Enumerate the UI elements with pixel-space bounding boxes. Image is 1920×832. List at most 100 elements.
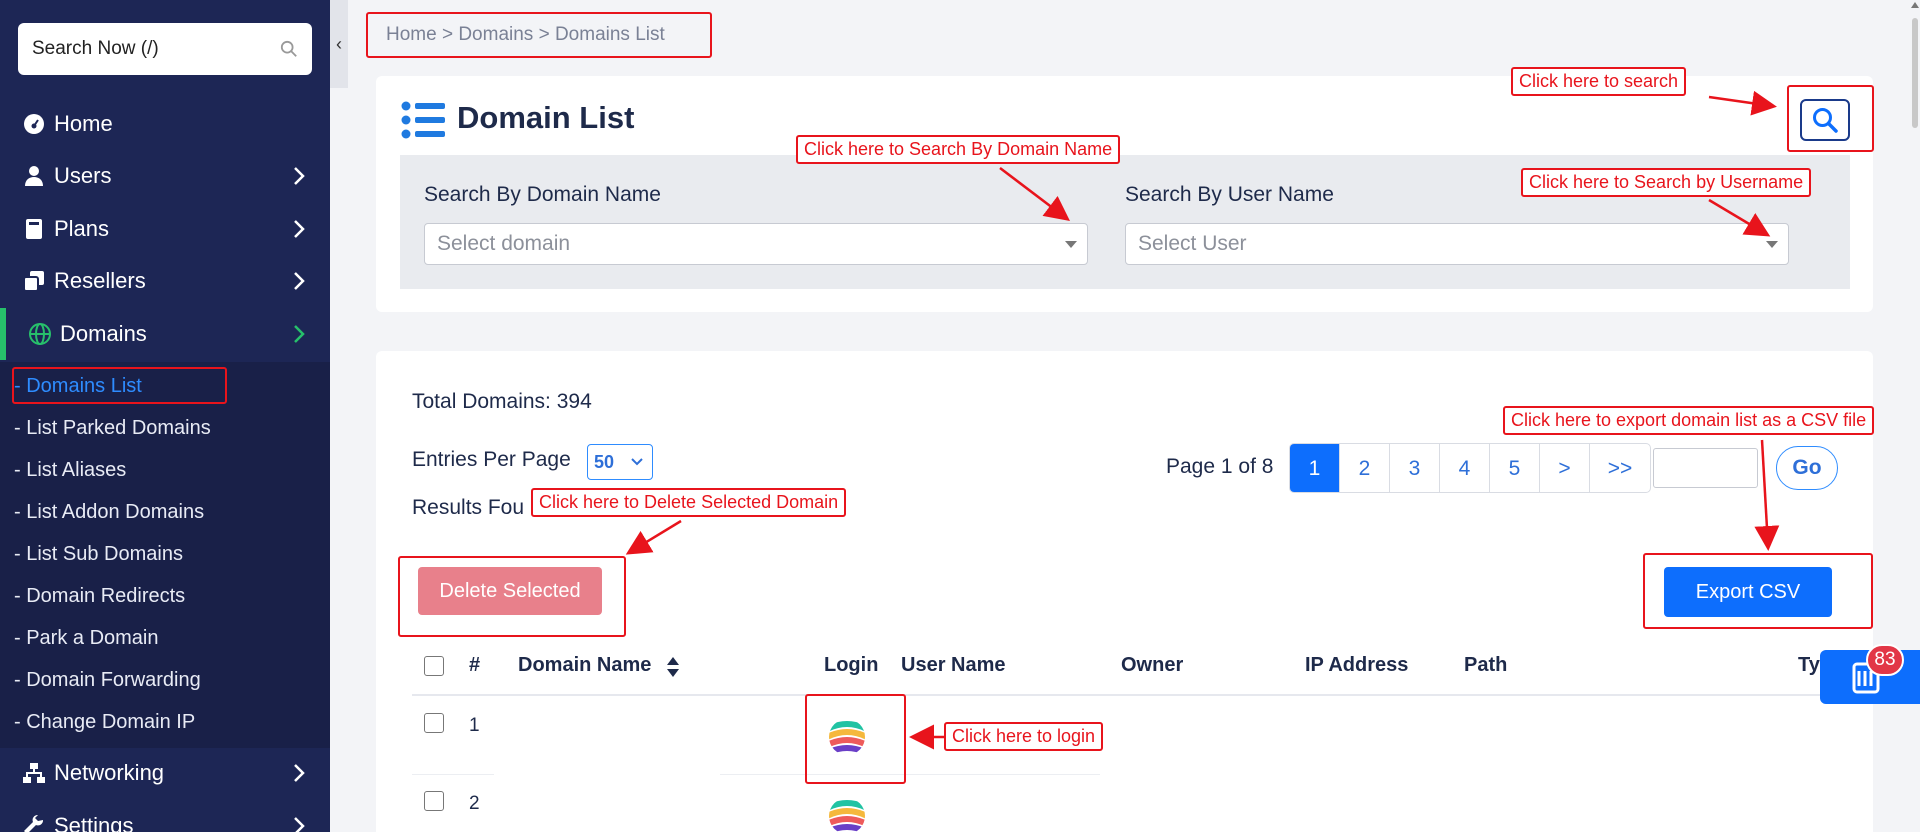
page-button-5[interactable]: 5 [1490,444,1540,492]
chevron-right-icon [294,272,305,290]
page-button-3[interactable]: 3 [1390,444,1440,492]
subnav-list-sub-domains[interactable]: - List Sub Domains [14,543,183,566]
nav-label: Users [54,163,112,188]
col-domain-name[interactable]: Domain Name [518,654,651,677]
copy-icon [23,271,44,292]
annotation-search: Click here to search [1511,67,1687,96]
page-info: Page 1 of 8 [1166,455,1274,478]
subnav-domain-redirects[interactable]: - Domain Redirects [14,585,185,608]
subnav-change-domain-ip[interactable]: - Change Domain IP [14,711,195,734]
chevron-right-icon [294,167,305,185]
search-button-highlight [1787,85,1874,152]
nav-settings[interactable]: Settings [0,800,330,832]
col-login: Login [824,654,879,676]
nav-networking[interactable]: Networking [0,747,330,799]
domains-submenu: - Domains List - List Parked Domains - L… [0,362,330,748]
nav-resellers[interactable]: Resellers [0,255,330,307]
chevron-right-icon [294,817,305,832]
page-button-2[interactable]: 2 [1340,444,1390,492]
chevron-right-icon [294,764,305,782]
nav-users[interactable]: Users [0,150,330,202]
nav-label: Networking [54,760,165,785]
row-divider [412,774,494,775]
subnav-list-parked-domains[interactable]: - List Parked Domains [14,417,211,440]
sidebar-search-input[interactable]: Search Now (/) [18,23,312,75]
sidebar: Search Now (/) Home Users Plans Reseller… [0,0,330,832]
breadcrumb-highlight [366,12,712,58]
next-page-button[interactable]: > [1540,444,1590,492]
sort-icon[interactable] [666,656,680,678]
login-logo-icon[interactable] [827,796,867,832]
row-divider [720,774,1100,775]
delete-button-highlight [398,556,626,637]
col-ip-address: IP Address [1305,654,1409,676]
col-owner: Owner [1121,654,1184,676]
col-type: Ty [1798,654,1820,676]
goto-page-input[interactable] [1653,448,1758,488]
search-placeholder: Search Now (/) [32,38,159,59]
domain-select[interactable]: Select domain [424,223,1088,265]
nav-label: Home [54,111,113,136]
domain-select-placeholder: Select domain [437,232,571,255]
col-path: Path [1464,654,1508,676]
domains-list-highlight [12,367,227,404]
row-checkbox[interactable] [424,713,444,733]
book-icon [26,219,42,239]
entries-value: 50 [594,451,615,472]
col-number: # [469,654,481,676]
caret-down-icon [1065,241,1077,248]
row-number: 2 [469,793,480,814]
nav-label: Domains [60,321,147,346]
nav-home[interactable]: Home [0,98,330,150]
chevron-right-icon [294,220,305,238]
page-button-1[interactable]: 1 [1290,444,1340,492]
total-domains: Total Domains: 394 [412,390,592,413]
globe-icon [29,323,51,345]
domain-filter-label: Search By Domain Name [424,183,661,206]
user-select-placeholder: Select User [1138,232,1247,255]
login-highlight [805,694,906,784]
entries-per-page-label: Entries Per Page [412,448,571,471]
active-indicator [0,308,6,360]
nav-label: Resellers [54,268,146,293]
dashboard-icon [24,114,44,134]
list-icon [401,101,445,139]
subnav-list-aliases[interactable]: - List Aliases [14,459,126,482]
page-title: Domain List [457,100,635,135]
subnav-park-a-domain[interactable]: - Park a Domain [14,627,159,650]
nav-plans[interactable]: Plans [0,203,330,255]
entries-per-page-select[interactable]: 50 [587,444,653,480]
wrench-icon [24,814,44,832]
page-button-4[interactable]: 4 [1440,444,1490,492]
annotation-username-search: Click here to Search by Username [1521,168,1812,197]
last-page-button[interactable]: >> [1590,444,1650,492]
pagination: 1 2 3 4 5 > >> [1289,443,1651,493]
col-user-name: User Name [901,654,1006,676]
row-checkbox[interactable] [424,791,444,811]
go-button[interactable]: Go [1776,446,1838,490]
table-header: # Domain Name Login User Name Owner IP A… [412,636,1872,696]
annotation-delete: Click here to Delete Selected Domain [531,488,847,517]
search-icon [280,40,297,57]
export-button-highlight [1643,553,1873,629]
nav-label: Settings [54,813,134,832]
select-all-checkbox[interactable] [424,656,444,676]
annotation-export: Click here to export domain list as a CS… [1503,406,1875,435]
user-select[interactable]: Select User [1125,223,1789,265]
annotation-domain-search: Click here to Search By Domain Name [796,135,1121,164]
results-found: Results Fou [412,496,525,519]
notification-badge: 83 [1866,644,1904,676]
user-filter-label: Search By User Name [1125,183,1334,206]
scrollbar[interactable] [1910,0,1920,140]
annotation-login: Click here to login [944,722,1104,751]
row-number: 1 [469,715,480,736]
subnav-domain-forwarding[interactable]: - Domain Forwarding [14,669,201,692]
chevron-right-icon [294,325,305,343]
subnav-list-addon-domains[interactable]: - List Addon Domains [14,501,204,524]
user-icon [25,166,43,186]
nav-domains[interactable]: Domains [0,308,330,360]
network-icon [23,763,45,783]
chevron-down-icon [631,458,643,466]
caret-down-icon [1766,241,1778,248]
sidebar-collapse-button[interactable]: ‹ [330,0,348,88]
